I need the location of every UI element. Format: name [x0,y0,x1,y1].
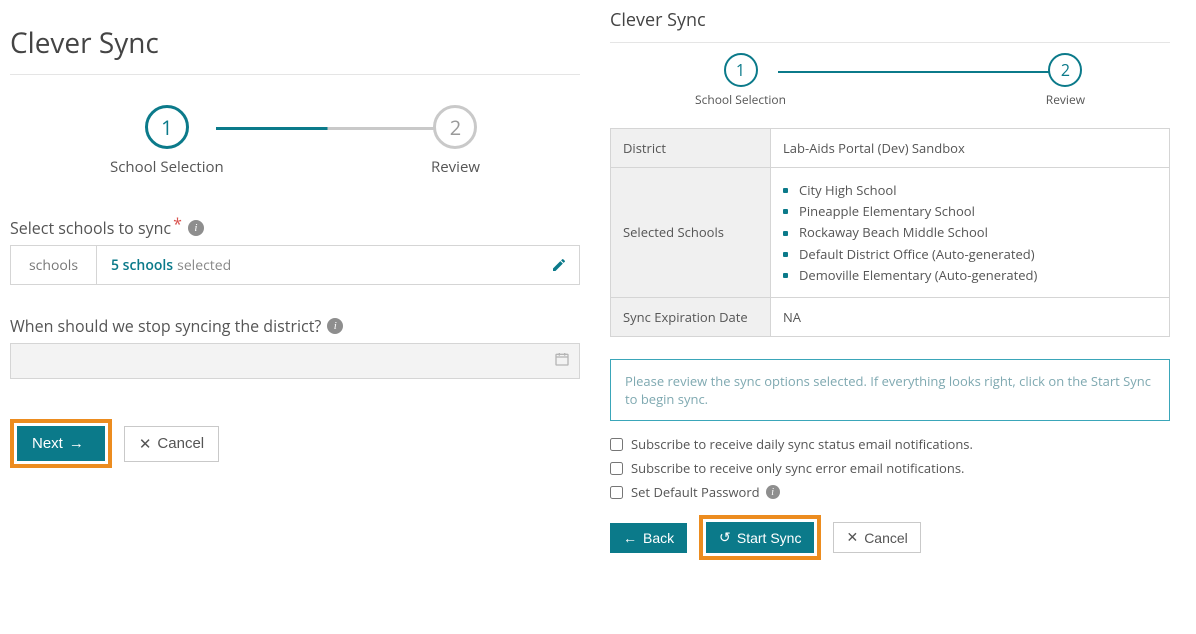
step-connector [778,71,1054,73]
review-table: District Lab-Aids Portal (Dev) Sandbox S… [610,128,1170,337]
step-1-circle: 1 [145,105,189,149]
step-2: 2 Review [1046,53,1085,108]
info-icon[interactable]: i [188,220,204,236]
schools-box-header: schools [11,246,97,284]
calendar-icon [554,350,570,372]
step-1-circle: 1 [724,53,758,87]
start-sync-highlight: Start Sync [699,515,821,560]
close-icon: ✕ [139,435,152,453]
expiration-value: NA [771,297,1170,336]
review-panel: Clever Sync 1 School Selection 2 Review … [610,0,1170,560]
step-2: 2 Review [431,105,480,177]
expiration-date-field[interactable] [10,343,580,379]
subscribe-error-row[interactable]: Subscribe to receive only sync error ema… [610,459,1170,477]
step-1: 1 School Selection [110,105,224,177]
step-1: 1 School Selection [695,53,786,108]
selected-schools-list: City High School Pineapple Elementary Sc… [771,168,1170,298]
back-button[interactable]: ← Back [610,523,687,553]
subscribe-daily-checkbox[interactable] [610,438,623,451]
list-item: Pineapple Elementary School [783,202,1157,220]
expiration-date-input[interactable] [10,343,580,379]
schools-box-value: 5 schools selected [97,256,539,275]
subscribe-error-checkbox[interactable] [610,462,623,475]
subscribe-daily-label: Subscribe to receive daily sync status e… [631,435,973,453]
arrow-left-icon: ← [623,530,637,546]
expiration-label: When should we stop syncing the district… [10,315,580,337]
step-connector [216,127,439,130]
next-button[interactable]: Next → [17,426,105,461]
next-button-highlight: Next → [10,419,112,468]
page-title: Clever Sync [10,24,580,62]
sync-icon [719,529,731,546]
page-title: Clever Sync [610,8,1170,32]
list-item: Demoville Elementary (Auto-generated) [783,266,1157,284]
set-password-row[interactable]: Set Default Password i [610,483,1170,501]
district-value: Lab-Aids Portal (Dev) Sandbox [771,129,1170,168]
schools-selector[interactable]: schools 5 schools selected [10,245,580,285]
list-item: City High School [783,181,1157,199]
step-2-label: Review [1046,91,1085,108]
review-note: Please review the sync options selected.… [610,359,1170,421]
list-item: Rockaway Beach Middle School [783,223,1157,241]
info-icon[interactable]: i [327,318,343,334]
stepper: 1 School Selection 2 Review [10,105,580,177]
district-label: District [611,129,771,168]
step-2-circle: 2 [1048,53,1082,87]
cancel-button[interactable]: ✕ Cancel [124,426,219,462]
select-schools-label: Select schools to sync * i [10,217,580,239]
expiration-label: Sync Expiration Date [611,297,771,336]
step1-panel: Clever Sync 1 School Selection 2 Review … [10,0,580,560]
step-2-circle: 2 [433,105,477,149]
list-item: Default District Office (Auto-generated) [783,245,1157,263]
subscribe-daily-row[interactable]: Subscribe to receive daily sync status e… [610,435,1170,453]
stepper: 1 School Selection 2 Review [610,53,1170,108]
set-password-checkbox[interactable] [610,486,623,499]
selected-schools-label: Selected Schools [611,168,771,298]
set-password-label: Set Default Password [631,483,760,501]
arrow-right-icon: → [69,435,84,452]
edit-schools-button[interactable] [539,257,579,273]
step-2-label: Review [431,157,480,177]
cancel-button[interactable]: ✕ Cancel [833,522,920,553]
close-icon: ✕ [846,529,858,546]
step-1-label: School Selection [695,91,786,108]
step-1-label: School Selection [110,157,224,177]
pencil-icon [551,257,567,273]
subscribe-error-label: Subscribe to receive only sync error ema… [631,459,964,477]
start-sync-button[interactable]: Start Sync [706,522,814,553]
info-icon[interactable]: i [766,485,780,499]
required-asterisk: * [173,213,182,235]
